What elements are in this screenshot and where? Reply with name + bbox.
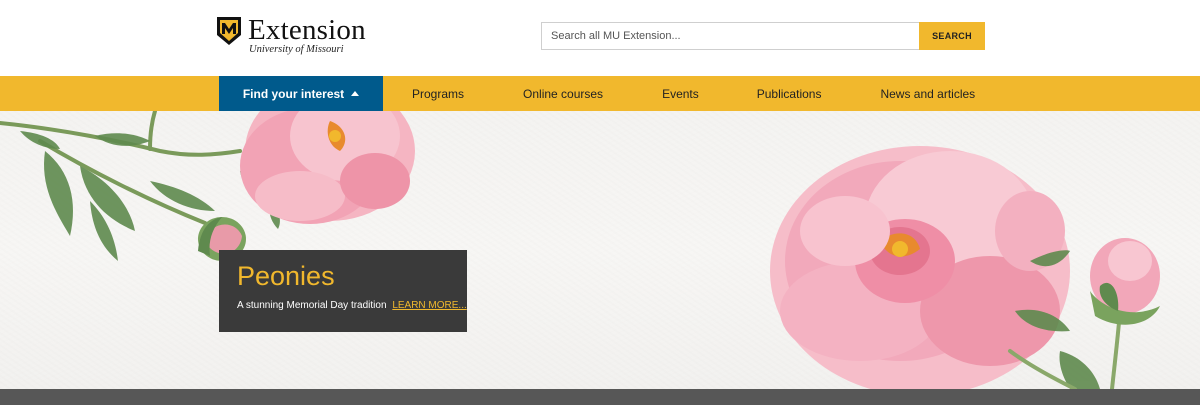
mu-tiger-logo-icon	[217, 17, 241, 45]
nav-item-find-your-interest[interactable]: Find your interest	[219, 76, 383, 111]
site-header: Extension University of Missouri SEARCH	[0, 0, 1200, 76]
right-bud	[1090, 238, 1160, 325]
search-input[interactable]	[541, 22, 919, 50]
hero-description: A stunning Memorial Day tradition	[237, 300, 387, 311]
section-divider-bar	[0, 389, 1200, 405]
nav-item-online-courses[interactable]: Online courses	[523, 76, 603, 111]
caret-up-icon	[351, 90, 360, 96]
hero-banner: Peonies A stunning Memorial Day traditio…	[0, 111, 1200, 389]
nav-item-events[interactable]: Events	[662, 76, 699, 111]
main-nav: Find your interest Programs Online cours…	[0, 76, 1200, 111]
nav-item-publications[interactable]: Publications	[757, 76, 822, 111]
nav-item-news-and-articles[interactable]: News and articles	[880, 76, 975, 111]
hero-caption-box: Peonies A stunning Memorial Day traditio…	[219, 250, 467, 332]
search-button[interactable]: SEARCH	[919, 22, 985, 50]
right-peony	[770, 146, 1070, 389]
search-bar: SEARCH	[541, 22, 985, 50]
hero-title: Peonies	[237, 261, 335, 291]
learn-more-link[interactable]: LEARN MORE...	[392, 300, 466, 311]
left-peony	[240, 111, 415, 224]
brand-subtitle: University of Missouri	[249, 44, 344, 55]
mu-extension-logo[interactable]: Extension University of Missouri	[216, 16, 366, 55]
brand-name: Extension	[248, 14, 366, 46]
peony-illustration	[0, 111, 1160, 389]
nav-item-programs[interactable]: Programs	[412, 76, 464, 111]
nav-item-label: Find your interest	[242, 86, 345, 101]
